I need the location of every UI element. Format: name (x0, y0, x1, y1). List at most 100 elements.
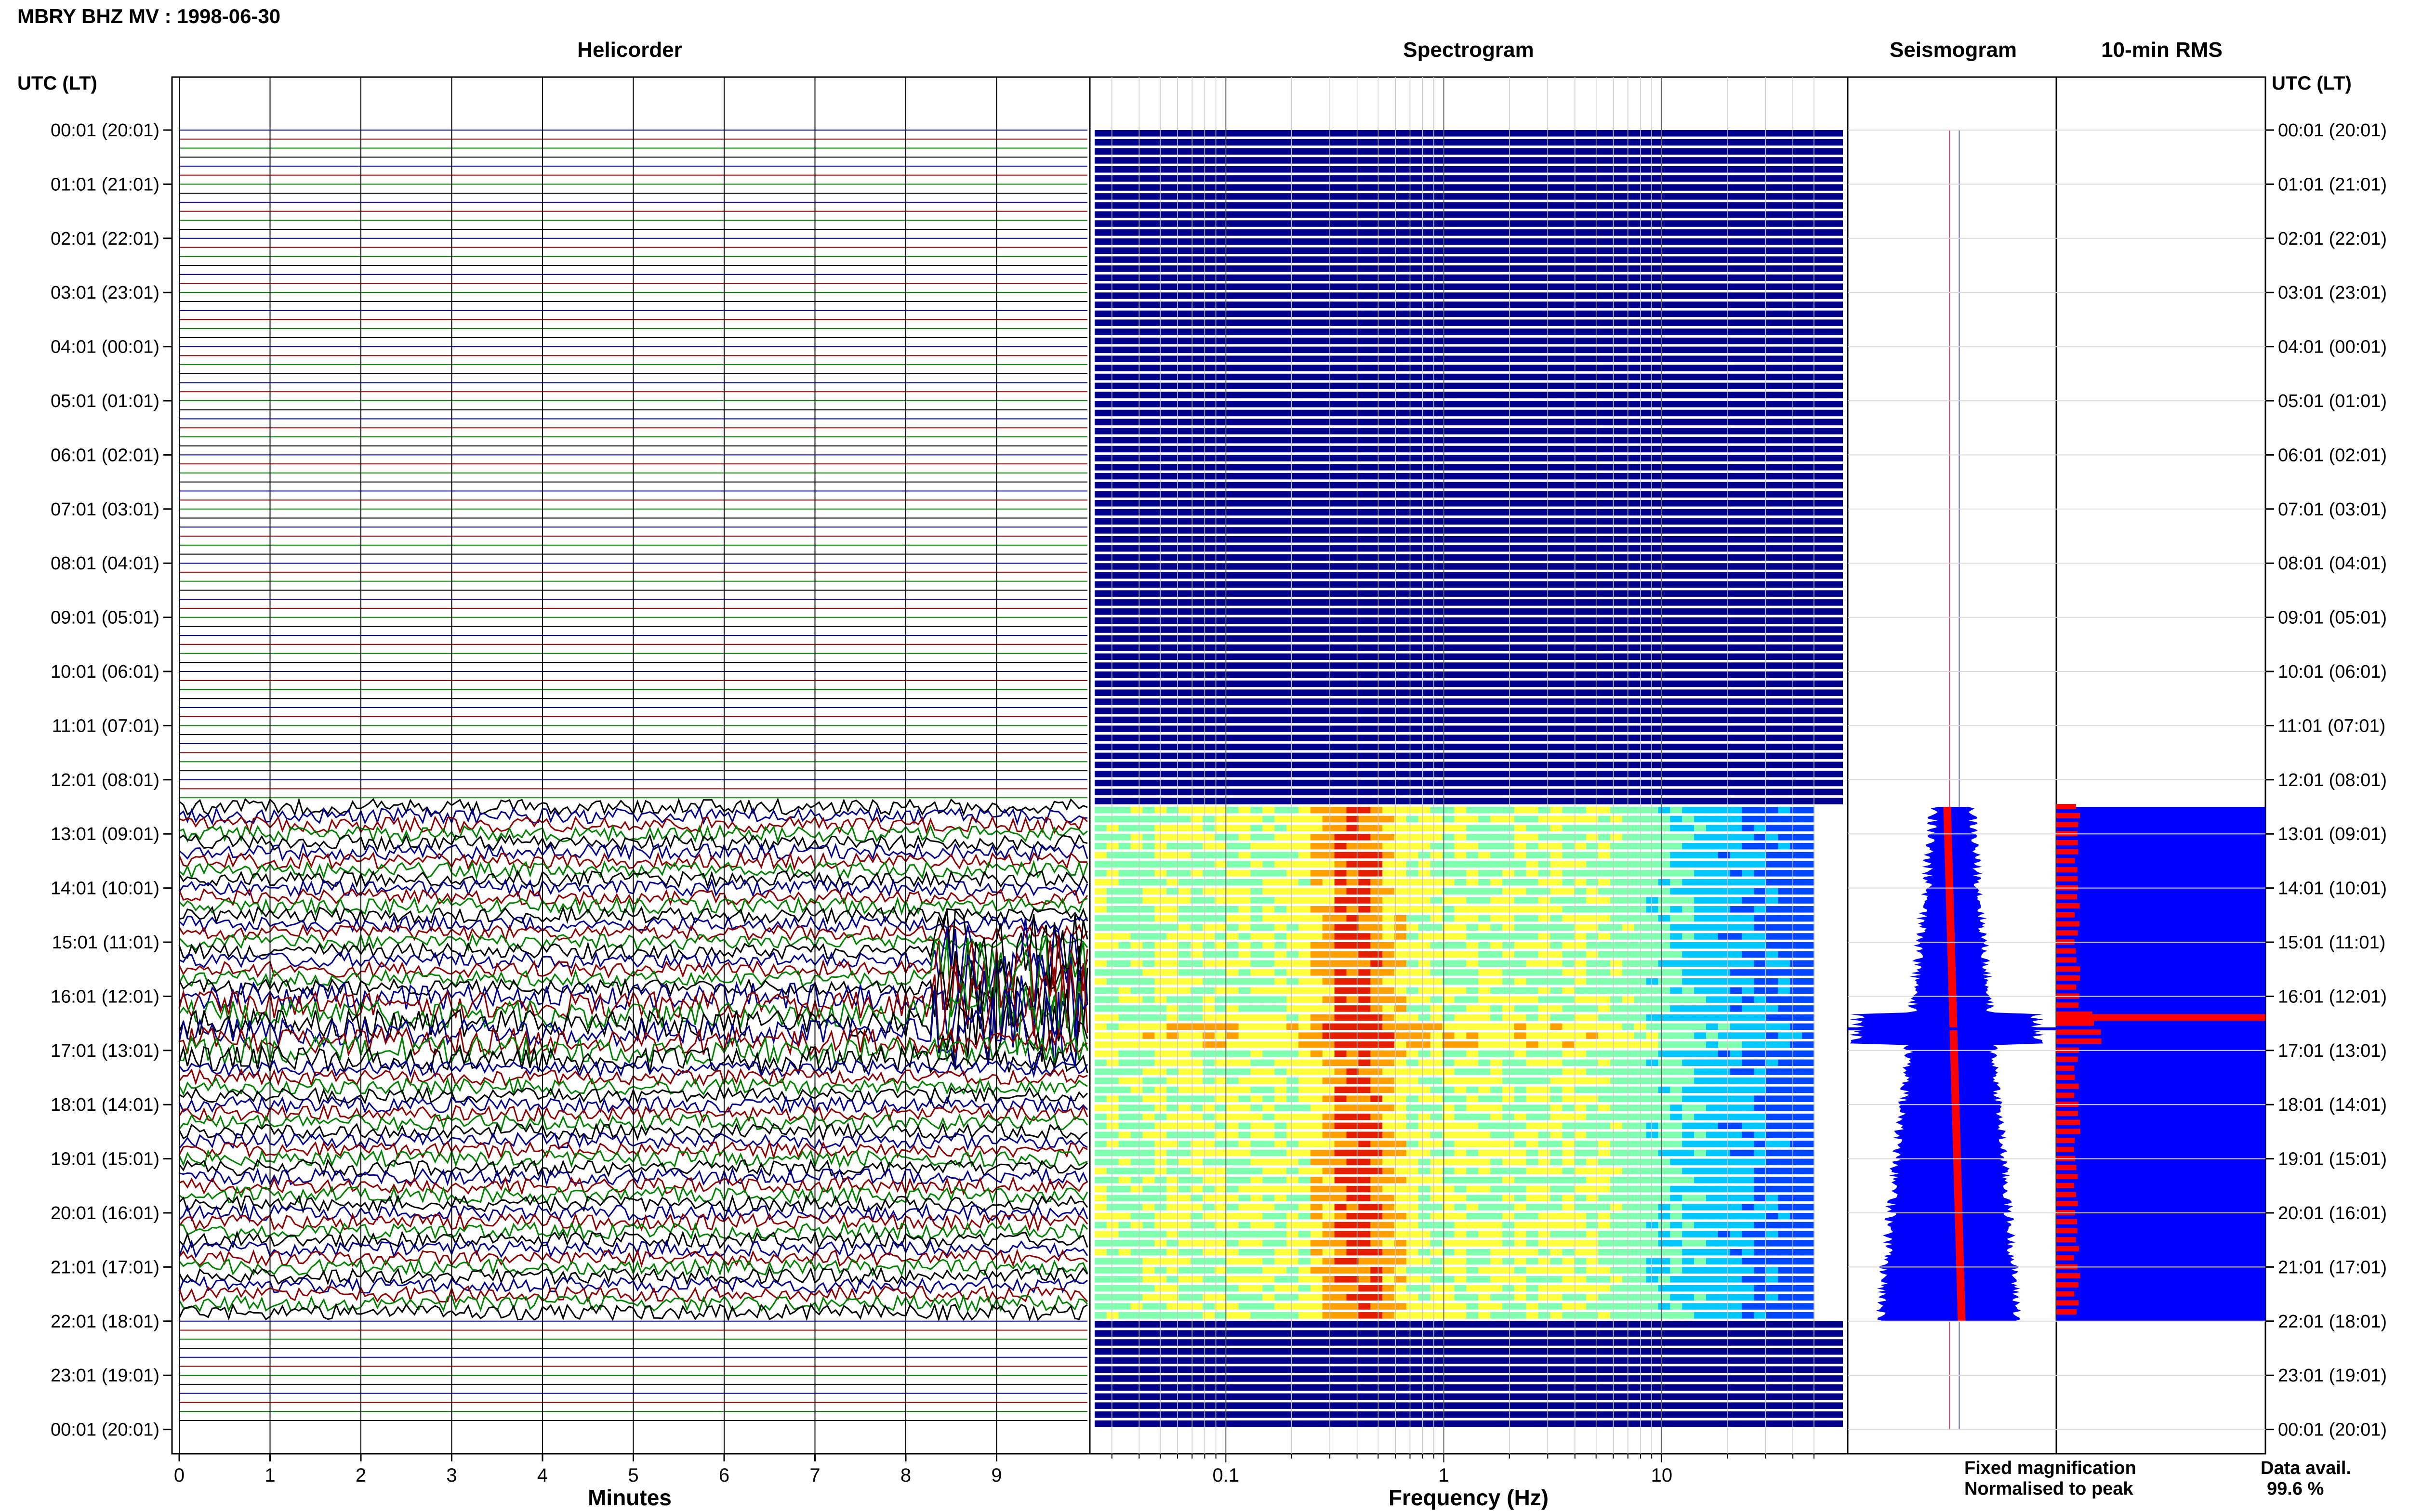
spectrogram-cell (1598, 1168, 1611, 1174)
spectrogram-cell (1154, 1185, 1167, 1193)
time-tick-label: 13:01 (09:01) (51, 824, 159, 844)
spectrogram-cell (1694, 825, 1707, 831)
spectrogram-cell (1574, 1149, 1587, 1157)
spectrogram-cell (1550, 1041, 1563, 1048)
spectrogram-cell (1262, 825, 1275, 831)
spectrogram-cell (1382, 861, 1395, 868)
spectrogram-cell (1142, 1276, 1155, 1283)
spectrogram-cell (1298, 1032, 1311, 1039)
spectrogram-cell (1250, 906, 1263, 913)
spectrogram-cell (1586, 1032, 1599, 1039)
spectrogram-cell (1622, 1168, 1635, 1174)
spectrogram-cell (1370, 1185, 1383, 1193)
spectrogram-cell (1694, 1294, 1707, 1301)
spectrogram-cell (1226, 815, 1239, 823)
spectrogram-cell (1310, 888, 1323, 895)
spectrogram-cell (1550, 924, 1563, 931)
spectrogram-cell (1466, 1267, 1479, 1274)
spectrogram-cell (1286, 879, 1299, 886)
spectrogram-cell (1514, 834, 1527, 841)
spectrogram-cell (1730, 1276, 1743, 1283)
spectrogram-cell (1130, 861, 1143, 868)
spectrogram-cell (1118, 1285, 1131, 1292)
spectrogram-cell (1454, 1195, 1467, 1202)
spectrogram-cell (1466, 897, 1479, 904)
spectrogram-cell (1694, 1276, 1707, 1283)
spectrogram-cell (1226, 1222, 1239, 1229)
spectrogram-cell (1118, 1195, 1131, 1202)
spectrogram-cell (1718, 888, 1731, 895)
spectrogram-cell (1718, 1204, 1731, 1210)
spectrogram-cell (1526, 1078, 1539, 1084)
spectrogram-cell (1106, 960, 1119, 967)
spectrogram-cell (1430, 942, 1443, 949)
spectrogram-cell (1790, 1059, 1803, 1066)
spectrogram-cell (1766, 807, 1779, 814)
spectrogram-cell (1214, 1086, 1227, 1093)
spectrogram-cell (1562, 807, 1575, 814)
spectrogram-cell (1406, 1213, 1419, 1220)
spectrogram-image (1095, 130, 1843, 1427)
spectrogram-cell (1610, 870, 1623, 877)
spectrogram-row-empty (1095, 563, 1843, 570)
spectrogram-cell (1538, 879, 1551, 886)
spectrogram-cell (1586, 861, 1599, 868)
spectrogram-cell (1322, 888, 1335, 895)
spectrogram-cell (1214, 969, 1227, 976)
spectrogram-cell (1106, 933, 1119, 940)
spectrogram-cell (1298, 906, 1311, 913)
spectrogram-cell (1118, 815, 1131, 823)
spectrogram-cell (1214, 1141, 1227, 1147)
spectrogram-cell (1682, 879, 1695, 886)
spectrogram-cell (1466, 834, 1479, 841)
spectrogram-cell (1298, 879, 1311, 886)
spectrogram-cell (1646, 1312, 1659, 1319)
spectrogram-cell (1562, 897, 1575, 904)
spectrogram-cell (1334, 1312, 1347, 1319)
spectrogram-cell (1754, 888, 1767, 895)
spectrogram-cell (1250, 915, 1263, 922)
spectrogram-cell (1502, 1095, 1515, 1102)
spectrogram-cell (1598, 1204, 1611, 1210)
spectrogram-cell (1742, 807, 1755, 814)
spectrogram-cell (1658, 1050, 1671, 1057)
spectrogram-cell (1598, 1032, 1611, 1039)
spectrogram-cell (1454, 1078, 1467, 1084)
spectrogram-cell (1478, 1095, 1491, 1102)
spectrogram-cell (1538, 1185, 1551, 1193)
spectrogram-cell (1598, 1276, 1611, 1283)
spectrogram-cell (1490, 1095, 1503, 1102)
spectrogram-cell (1586, 888, 1599, 895)
spectrogram-cell (1214, 861, 1227, 868)
spectrogram-cell (1322, 960, 1335, 967)
spectrogram-cell (1778, 1104, 1791, 1111)
spectrogram-cell (1118, 861, 1131, 868)
spectrogram-cell (1130, 1303, 1143, 1310)
spectrogram-cell (1610, 1195, 1623, 1202)
spectrogram-cell (1562, 906, 1575, 913)
spectrogram-cell (1298, 1294, 1311, 1301)
spectrogram-cell (1382, 1095, 1395, 1102)
spectrogram-cell (1274, 1285, 1287, 1292)
spectrogram-cell (1394, 1041, 1407, 1048)
spectrogram-cell (1262, 1041, 1275, 1048)
spectrogram-cell (1454, 1104, 1467, 1111)
spectrogram-cell (1118, 807, 1131, 814)
spectrogram-cell (1106, 1068, 1119, 1075)
rms-normalised-bar (2056, 1110, 2078, 1116)
spectrogram-cell (1778, 1285, 1791, 1292)
spectrogram-cell (1106, 1258, 1119, 1265)
time-tick-label: 05:01 (01:01) (51, 391, 159, 411)
spectrogram-cell (1646, 1276, 1659, 1283)
spectrogram-cell (1646, 1222, 1659, 1229)
spectrogram-cell (1154, 1078, 1167, 1084)
spectrogram-cell (1526, 1258, 1539, 1265)
spectrogram-cell (1610, 1149, 1623, 1157)
spectrogram-cell (1106, 1122, 1119, 1130)
spectrogram-row-empty (1095, 698, 1843, 705)
spectrogram-cell (1370, 1294, 1383, 1301)
spectrogram-cell (1250, 1285, 1263, 1292)
spectrogram-cell (1790, 852, 1803, 859)
spectrogram-cell (1502, 1086, 1515, 1093)
spectrogram-cell (1766, 825, 1779, 831)
